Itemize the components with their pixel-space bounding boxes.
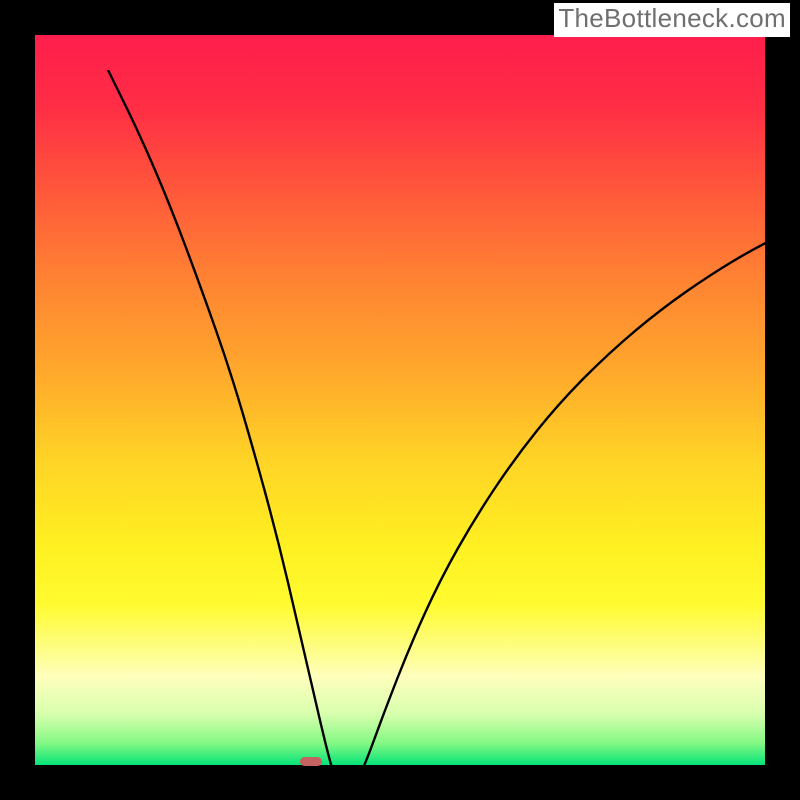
chart-svg [70, 70, 800, 800]
curve-left-branch [108, 70, 340, 792]
outer-frame [0, 0, 800, 800]
bottleneck-marker [300, 757, 322, 766]
watermark-text: TheBottleneck.com [554, 3, 790, 37]
curve-right-branch [352, 226, 800, 792]
chart-gradient-background [35, 35, 765, 765]
